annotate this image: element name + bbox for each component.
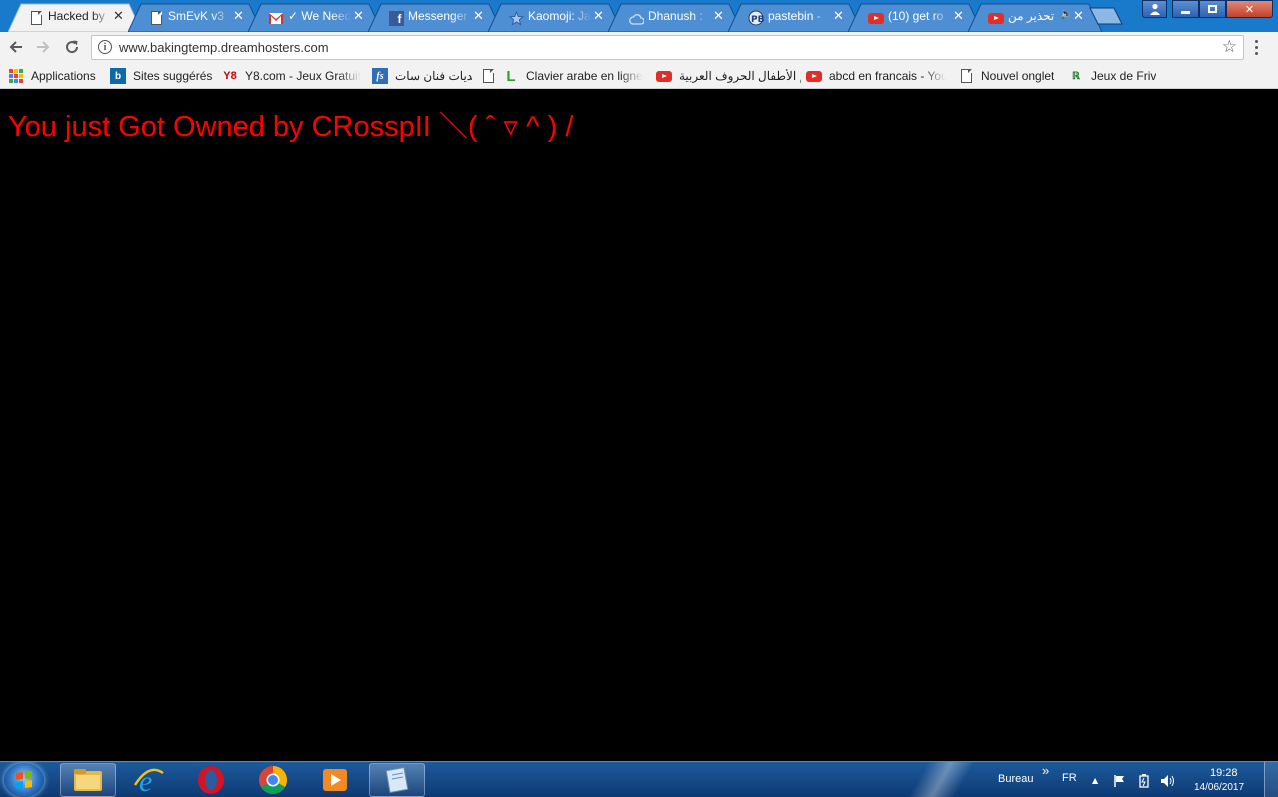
show-hidden-icons-icon[interactable]: ▲ — [1092, 776, 1098, 785]
power-battery-icon[interactable] — [1137, 774, 1151, 791]
apps-grid-icon — [8, 68, 24, 84]
tab-close-icon[interactable]: ✕ — [953, 9, 964, 24]
bookmark-star-icon[interactable]: ☆ — [1222, 37, 1237, 57]
bookmark-item[interactable]: fs منتديات فنان سات — [372, 67, 472, 85]
kaomoji-icon — [508, 10, 524, 26]
bookmark-label: Nouvel onglet — [981, 69, 1055, 83]
tab-title: (10) get ro — [888, 9, 944, 23]
language-indicator[interactable]: FR — [1062, 772, 1077, 784]
friv-icon: ℝ — [1072, 70, 1080, 82]
media-player-icon — [323, 769, 347, 791]
page-icon — [958, 68, 974, 84]
youtube-icon — [868, 10, 884, 26]
clock-date[interactable]: 14/06/2017 — [1194, 782, 1244, 793]
bookmark-item[interactable]: b Sites suggérés — [110, 67, 218, 85]
folder-icon — [74, 769, 102, 791]
bookmark-label: Clavier arabe en ligne — [526, 69, 643, 83]
page-icon — [28, 10, 44, 26]
tab-close-icon[interactable]: ✕ — [233, 9, 244, 24]
profile-icon[interactable] — [1142, 0, 1167, 18]
show-desktop-button[interactable] — [1264, 762, 1278, 797]
bookmark-item[interactable]: Applications — [8, 67, 106, 85]
volume-icon[interactable] — [1160, 774, 1176, 791]
bookmarks-bar: Applications b Sites suggérés Y8 Y8.com - Je… — [0, 63, 1278, 89]
fs-icon: fs — [372, 68, 388, 84]
tab-close-icon[interactable]: ✕ — [473, 9, 484, 24]
page-icon — [148, 10, 164, 26]
lexilogos-icon: L — [506, 67, 516, 85]
internet-explorer-icon: e — [133, 765, 164, 795]
tab-title: Hacked by — [48, 9, 105, 23]
bookmark-label: Sites suggérés — [133, 69, 213, 83]
bookmark-item[interactable]: Y8 Y8.com - Jeux Gratuit — [222, 67, 364, 85]
tab-close-icon[interactable]: ✕ — [833, 9, 844, 24]
tab-close-icon[interactable]: ✕ — [713, 9, 724, 24]
tab-title: Kaomoji: Ja — [528, 9, 591, 23]
clock-time[interactable]: 19:28 — [1210, 767, 1238, 779]
youtube-icon — [656, 68, 672, 84]
tab-close-icon[interactable]: ✕ — [1073, 9, 1084, 24]
defacement-message: You just Got Owned by CRosspII ＼( ˆ ▿ ^ … — [8, 111, 574, 143]
bookmark-item[interactable]: ℝ Jeux de Friv — [1068, 67, 1168, 85]
bookmark-label: تعليم الأطفال الحروف العربية — [679, 69, 801, 83]
tab-title: Dhanush : — [648, 9, 703, 23]
cloud-icon — [628, 10, 644, 26]
tab-title: SmEvK v3 — [168, 9, 225, 23]
toolbar-chevron-icon[interactable]: » — [1042, 763, 1049, 778]
tab-close-icon[interactable]: ✕ — [353, 9, 364, 24]
page-content: You just Got Owned by CRosspII ＼( ˆ ▿ ^ … — [0, 90, 1278, 761]
pastebin-icon: PB — [748, 10, 764, 26]
reload-button[interactable] — [62, 37, 82, 57]
browser-menu-icon[interactable] — [1255, 40, 1259, 55]
notepad-icon — [385, 767, 409, 793]
bookmark-label: Applications — [31, 69, 96, 83]
tab-close-icon[interactable]: ✕ — [113, 9, 124, 24]
youtube-icon — [806, 68, 822, 84]
youtube-icon — [988, 10, 1004, 26]
tab-strip: Hacked by ✕ SmEvK v3 ✕ ✓ We Need ✕ f Messenger ✕… — [0, 0, 1278, 32]
chrome-icon — [259, 766, 287, 794]
bookmark-item[interactable]: L Clavier arabe en ligne — [480, 67, 650, 85]
gmail-icon — [268, 10, 284, 26]
svg-text:PB: PB — [751, 15, 764, 25]
internet-explorer-task[interactable]: e — [121, 763, 177, 797]
tab-title: ✓ We Need — [288, 9, 351, 23]
tab-title: pastebin - — [768, 9, 821, 23]
media-player-task[interactable] — [307, 763, 363, 797]
bookmark-label: Y8.com - Jeux Gratuit — [245, 69, 362, 83]
explorer-task[interactable] — [60, 763, 116, 797]
y8-icon: Y8 — [223, 70, 237, 82]
forward-button[interactable] — [33, 37, 53, 57]
opera-task[interactable] — [183, 763, 239, 797]
desktop-toolbar-label[interactable]: Bureau — [998, 773, 1033, 785]
taskbar: e Bureau » FR ▲ 19:28 14/06/2017 — [0, 761, 1278, 797]
bookmark-label: منتديات فنان سات — [395, 69, 472, 83]
audio-playing-icon: 🔈 — [1060, 9, 1073, 20]
browser-toolbar: i www.bakingtemp.dreamhosters.com ☆ — [0, 32, 1278, 63]
notepad-task[interactable] — [369, 763, 425, 797]
windows-logo-icon — [16, 771, 32, 789]
close-window-button[interactable]: ✕ — [1226, 0, 1273, 18]
start-button[interactable] — [4, 763, 44, 797]
bookmark-item[interactable]: abcd en francais - You — [806, 67, 946, 85]
info-icon[interactable]: i — [98, 40, 112, 54]
action-center-flag-icon[interactable] — [1113, 774, 1127, 791]
bookmark-label: Jeux de Friv — [1091, 69, 1157, 83]
tab-title: Messenger — [408, 9, 468, 23]
back-button[interactable] — [6, 37, 26, 57]
new-tab-button[interactable] — [1088, 7, 1124, 29]
bookmark-item[interactable]: Nouvel onglet — [958, 67, 1060, 85]
facebook-icon: f — [388, 10, 404, 26]
minimize-button[interactable] — [1172, 0, 1199, 18]
address-bar[interactable]: i www.bakingtemp.dreamhosters.com ☆ — [91, 35, 1244, 60]
page-icon — [480, 68, 496, 84]
opera-icon — [198, 766, 224, 794]
restore-button[interactable] — [1199, 0, 1226, 18]
url-text[interactable]: www.bakingtemp.dreamhosters.com — [119, 40, 329, 55]
chrome-task[interactable] — [245, 763, 301, 797]
bookmark-label: abcd en francais - You — [829, 69, 946, 83]
bookmark-item[interactable]: تعليم الأطفال الحروف العربية — [656, 67, 801, 85]
tab-close-icon[interactable]: ✕ — [593, 9, 604, 24]
bing-icon: b — [110, 68, 126, 84]
